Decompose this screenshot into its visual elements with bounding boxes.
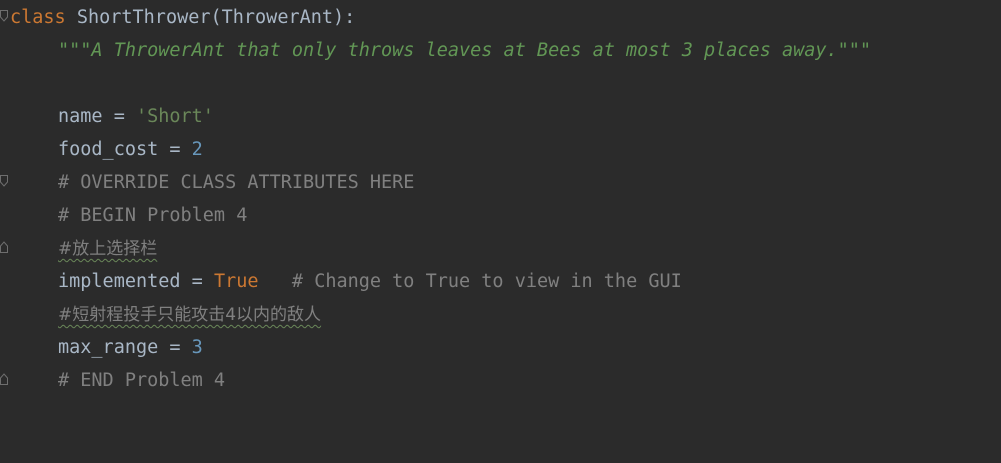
code-line[interactable]: # END Problem 4: [10, 364, 225, 397]
code-line[interactable]: """A ThrowerAnt that only throws leaves …: [10, 34, 871, 67]
code-line[interactable]: implemented = True # Change to True to v…: [10, 265, 682, 298]
code-line[interactable]: # OVERRIDE CLASS ATTRIBUTES HERE: [10, 166, 414, 199]
code-line[interactable]: food_cost = 2: [10, 133, 203, 166]
code-editor[interactable]: class ShortThrower(ThrowerAnt): """A Thr…: [0, 0, 1001, 463]
code-line[interactable]: name = 'Short': [10, 100, 214, 133]
number-literal: 2: [191, 139, 203, 160]
code-line[interactable]: class ShortThrower(ThrowerAnt):: [10, 1, 355, 34]
identifier: name: [58, 106, 103, 127]
comment: # END Problem 4: [58, 370, 226, 391]
editor-gutter: [0, 0, 10, 463]
identifier: implemented: [58, 271, 181, 292]
fold-open-icon[interactable]: [0, 10, 8, 22]
operator: =: [158, 337, 192, 358]
comment: # OVERRIDE CLASS ATTRIBUTES HERE: [58, 172, 415, 193]
comment-chinese: #放上选择栏: [58, 239, 158, 259]
comment: # BEGIN Problem 4: [58, 205, 248, 226]
comment: # Change to True to view in the GUI: [258, 271, 682, 292]
code-line[interactable]: #短射程投手只能攻击4以内的敌人: [10, 298, 321, 331]
number-literal: 3: [191, 337, 203, 358]
operator: =: [180, 271, 214, 292]
string-literal: 'Short': [135, 106, 214, 127]
keyword: class: [10, 7, 66, 28]
identifier: max_range: [58, 337, 159, 358]
comment-chinese: #短射程投手只能攻击4以内的敌人: [58, 305, 322, 325]
fold-close-icon[interactable]: [0, 373, 8, 385]
code-line[interactable]: max_range = 3: [10, 331, 203, 364]
fold-open-icon[interactable]: [0, 175, 8, 187]
operator: =: [102, 106, 136, 127]
class-declaration: ShortThrower(ThrowerAnt):: [65, 7, 356, 28]
code-line[interactable]: # BEGIN Problem 4: [10, 199, 247, 232]
operator: =: [158, 139, 192, 160]
fold-close-icon[interactable]: [0, 241, 8, 253]
keyword: True: [213, 271, 259, 292]
identifier: food_cost: [58, 139, 159, 160]
docstring: """A ThrowerAnt that only throws leaves …: [58, 40, 872, 61]
code-line[interactable]: #放上选择栏: [10, 232, 157, 265]
